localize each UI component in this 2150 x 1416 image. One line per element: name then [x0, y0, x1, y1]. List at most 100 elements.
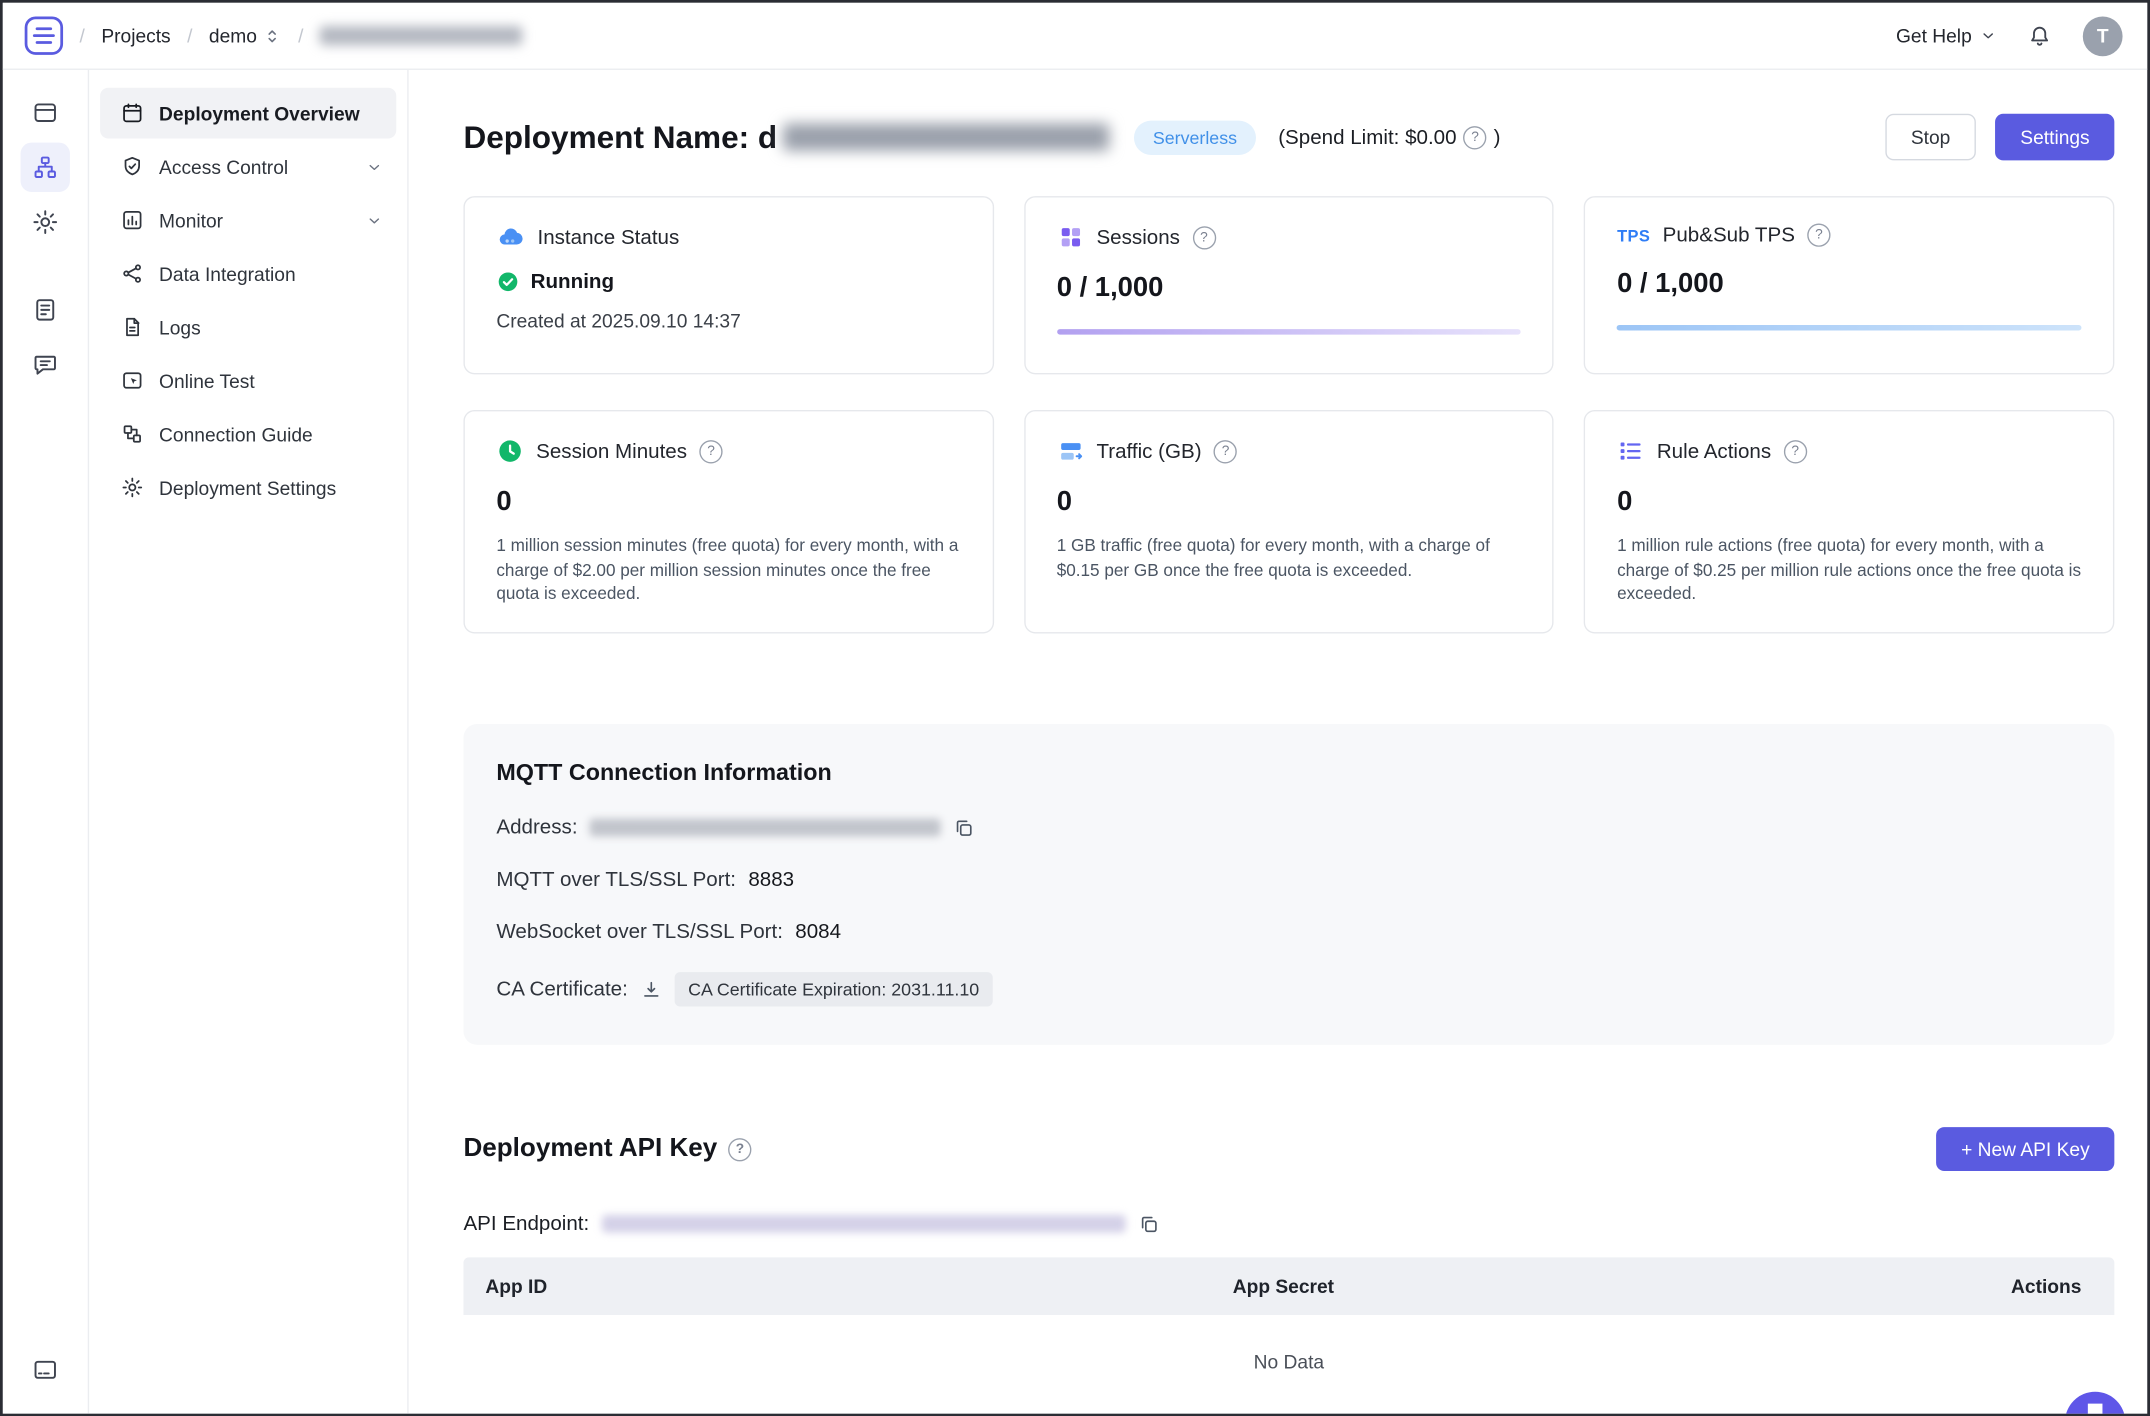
terminal-panel-icon	[32, 1356, 59, 1383]
rail-settings-button[interactable]	[21, 197, 70, 246]
page-title: Deployment Name: d	[463, 119, 777, 156]
help-icon[interactable]: ?	[1214, 439, 1237, 462]
clock-icon	[496, 437, 523, 464]
sidebar-item-deployment-settings[interactable]: Deployment Settings	[100, 462, 396, 513]
notifications-button[interactable]	[2027, 23, 2053, 49]
help-icon[interactable]: ?	[1463, 125, 1486, 148]
overview-icon	[121, 101, 144, 124]
icon-rail	[3, 70, 89, 1414]
breadcrumb-projects[interactable]: Projects	[101, 25, 170, 47]
user-avatar[interactable]: T	[2083, 16, 2123, 56]
sidebar-item-monitor[interactable]: Monitor	[100, 195, 396, 246]
rail-feedback-button[interactable]	[21, 340, 70, 389]
breadcrumb-separator: /	[298, 25, 303, 47]
gear-icon	[121, 476, 144, 499]
chat-bubble-icon	[32, 351, 59, 378]
api-key-title: Deployment API Key	[463, 1134, 717, 1164]
copy-icon	[953, 817, 975, 839]
help-icon[interactable]: ?	[728, 1137, 751, 1160]
sidebar-item-label: Connection Guide	[159, 423, 313, 445]
new-api-key-button[interactable]: + New API Key	[1936, 1127, 2114, 1171]
card-title: Pub&Sub TPS	[1663, 224, 1795, 247]
table-empty-state: No Data	[463, 1315, 2114, 1411]
sidebar-item-deployment-overview[interactable]: Deployment Overview	[100, 88, 396, 139]
sidebar: Deployment Overview Access Control Monit…	[89, 70, 408, 1414]
ca-expiration-chip: CA Certificate Expiration: 2031.11.10	[674, 972, 992, 1006]
card-title: Rule Actions	[1657, 439, 1771, 462]
chat-icon	[2084, 1400, 2106, 1416]
breadcrumb-project-selector[interactable]: demo	[209, 25, 282, 47]
sidebar-item-access-control[interactable]: Access Control	[100, 141, 396, 192]
sidebar-item-online-test[interactable]: Online Test	[100, 355, 396, 406]
topbar: / Projects / demo / Get Help T	[3, 3, 2148, 70]
sidebar-item-logs[interactable]: Logs	[100, 302, 396, 353]
pubsub-tps-card: TPS Pub&Sub TPS ? 0 / 1,000	[1584, 196, 2114, 374]
stop-button[interactable]: Stop	[1885, 114, 1977, 161]
instance-created-at: Created at 2025.09.10 14:37	[496, 310, 960, 332]
instance-status-value: Running	[531, 270, 614, 293]
sidebar-item-label: Deployment Overview	[159, 102, 360, 124]
download-ca-button[interactable]	[640, 978, 662, 1000]
window-icon	[32, 99, 59, 126]
session-minutes-card: Session Minutes ? 0 1 million session mi…	[463, 410, 993, 634]
sidebar-item-label: Online Test	[159, 370, 255, 392]
rule-actions-card: Rule Actions ? 0 1 million rule actions …	[1584, 410, 2114, 634]
log-file-icon	[121, 315, 144, 338]
api-endpoint-label: API Endpoint:	[463, 1212, 589, 1235]
sessions-icon	[1057, 224, 1084, 251]
traffic-icon	[1057, 437, 1084, 464]
document-list-icon	[32, 296, 59, 323]
app-window: / Projects / demo / Get Help T	[0, 0, 2150, 1416]
column-header-actions: Actions	[1549, 1275, 2081, 1297]
copy-address-button[interactable]	[953, 817, 975, 839]
ws-tls-port-label: WebSocket over TLS/SSL Port:	[496, 920, 783, 943]
api-key-section: Deployment API Key ? + New API Key API E…	[463, 1127, 2114, 1411]
breadcrumb-separator: /	[187, 25, 192, 47]
rail-docs-button[interactable]	[21, 285, 70, 334]
card-title: Session Minutes	[536, 439, 687, 462]
redacted-api-endpoint	[602, 1215, 1126, 1233]
mqtt-tls-port-value: 8883	[748, 868, 794, 891]
rail-projects-button[interactable]	[21, 88, 70, 137]
serverless-badge: Serverless	[1134, 120, 1257, 154]
redacted-deployment-name	[320, 26, 523, 45]
get-help-menu[interactable]: Get Help	[1896, 25, 1996, 47]
ws-tls-port-value: 8084	[795, 920, 841, 943]
deployment-cluster-icon	[32, 154, 59, 181]
card-title: Sessions	[1096, 226, 1179, 249]
spend-limit-text: (Spend Limit: $0.00	[1278, 125, 1456, 148]
sessions-value: 0 / 1,000	[1057, 273, 1521, 305]
tps-progress-bar	[1617, 325, 2081, 330]
settings-button[interactable]: Settings	[1996, 114, 2115, 161]
session-minutes-description: 1 million session minutes (free quota) f…	[496, 535, 960, 607]
rail-console-button[interactable]	[21, 1345, 70, 1394]
sidebar-item-connection-guide[interactable]: Connection Guide	[100, 409, 396, 460]
mqtt-connection-panel: MQTT Connection Information Address: MQT…	[463, 724, 2114, 1045]
instance-status-card: Instance Status Running Created at 2025.…	[463, 196, 993, 374]
sidebar-item-label: Logs	[159, 316, 201, 338]
traffic-value: 0	[1057, 487, 1521, 519]
project-name: demo	[209, 25, 257, 47]
sidebar-item-label: Access Control	[159, 156, 288, 178]
api-key-table: App ID App Secret Actions No Data	[463, 1257, 2114, 1411]
help-icon[interactable]: ?	[699, 439, 722, 462]
sidebar-item-label: Data Integration	[159, 263, 296, 285]
copy-icon	[1138, 1213, 1160, 1235]
plus-icon: +	[1961, 1138, 1972, 1160]
rail-deployments-button[interactable]	[21, 143, 70, 192]
chevron-down-icon	[366, 158, 382, 174]
card-title: Traffic (GB)	[1096, 439, 1201, 462]
copy-endpoint-button[interactable]	[1138, 1213, 1160, 1235]
sidebar-item-label: Monitor	[159, 209, 223, 231]
help-icon[interactable]: ?	[1807, 224, 1830, 247]
sidebar-item-data-integration[interactable]: Data Integration	[100, 248, 396, 299]
card-title: Instance Status	[537, 226, 679, 249]
help-icon[interactable]: ?	[1192, 226, 1215, 249]
emqx-logo-icon[interactable]	[25, 16, 63, 54]
chevron-down-icon	[1980, 27, 1996, 43]
help-icon[interactable]: ?	[1784, 439, 1807, 462]
rule-actions-list-icon	[1617, 437, 1644, 464]
redacted-deployment-name	[783, 123, 1109, 150]
page-header: Deployment Name: d Serverless (Spend Lim…	[463, 114, 2114, 161]
check-circle-icon	[496, 270, 519, 293]
